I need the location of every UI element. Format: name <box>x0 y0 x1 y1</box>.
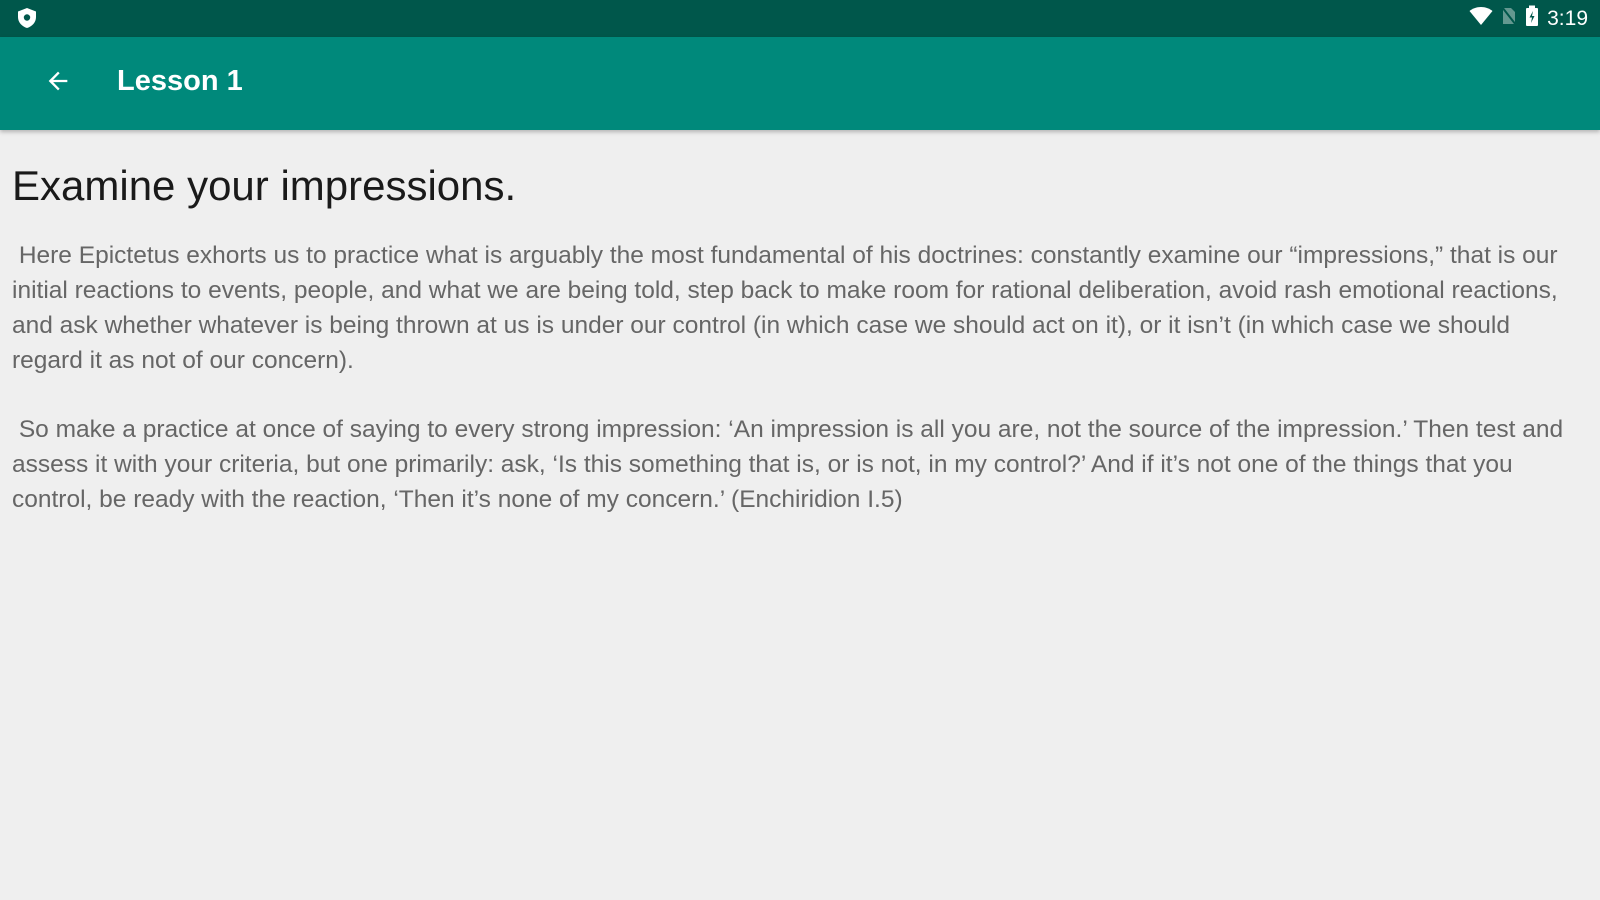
status-time: 3:19 <box>1547 6 1588 30</box>
arrow-back-icon <box>44 67 72 100</box>
status-bar: 3:19 <box>0 0 1600 37</box>
lesson-content: Examine your impressions. Here Epictetus… <box>12 130 1572 517</box>
lesson-paragraph-2: So make a practice at once of saying to … <box>12 416 1570 513</box>
status-icons: 3:19 <box>1469 0 1588 37</box>
lesson-paragraph-1: Here Epictetus exhorts us to practice wh… <box>12 242 1565 374</box>
no-sim-icon <box>1501 6 1517 31</box>
lesson-heading: Examine your impressions. <box>12 162 517 209</box>
battery-icon <box>1525 5 1539 32</box>
app-bar: Lesson 1 <box>0 37 1600 130</box>
wifi-icon <box>1469 6 1493 31</box>
back-button[interactable] <box>34 59 82 107</box>
shield-icon <box>16 7 38 29</box>
app-title: Lesson 1 <box>117 65 243 97</box>
